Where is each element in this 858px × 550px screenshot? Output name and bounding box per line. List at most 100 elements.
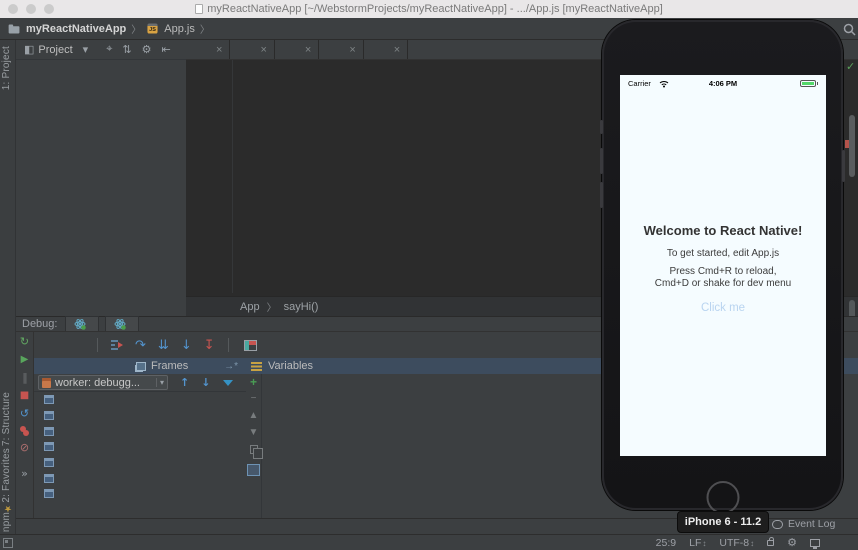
- rerun-button[interactable]: ↻: [20, 336, 29, 348]
- editor-gutter[interactable]: [201, 91, 233, 104]
- editor-tab[interactable]: [230, 40, 275, 59]
- tree-item[interactable]: [16, 201, 186, 216]
- editor-gutter[interactable]: [201, 198, 233, 210]
- debugger-tab[interactable]: [54, 332, 72, 358]
- lock-icon[interactable]: [767, 536, 775, 546]
- sidebar-item-structure[interactable]: 7: Structure: [1, 392, 15, 446]
- tree-item[interactable]: [16, 170, 186, 185]
- line-number[interactable]: [186, 186, 201, 198]
- restore-layout-icon[interactable]: [243, 339, 257, 351]
- event-log-button[interactable]: Event Log: [772, 518, 835, 530]
- inspections-ok-icon[interactable]: ✓: [846, 60, 855, 73]
- close-tab-icon[interactable]: [260, 44, 266, 56]
- show-watches-icon[interactable]: [247, 464, 260, 476]
- line-number[interactable]: [186, 174, 201, 186]
- hide-panel-icon[interactable]: ⇤: [161, 43, 170, 56]
- editor-gutter[interactable]: [201, 233, 233, 246]
- thread-selector[interactable]: worker: debugg... ▾: [38, 375, 168, 390]
- editor-gutter[interactable]: [201, 209, 233, 222]
- stack-frame-row[interactable]: [34, 439, 246, 455]
- tree-item[interactable]: [16, 216, 186, 231]
- close-tab-icon[interactable]: [349, 44, 355, 56]
- tool-window-button[interactable]: [88, 519, 121, 534]
- step-into-icon[interactable]: ↓: [181, 338, 192, 353]
- close-tab-icon[interactable]: [305, 44, 311, 56]
- run-config-tab[interactable]: [105, 316, 140, 331]
- tree-item[interactable]: [16, 231, 186, 246]
- editor-gutter[interactable]: [201, 103, 233, 116]
- stack-frame-row[interactable]: [34, 455, 246, 471]
- stack-frame-row[interactable]: [34, 408, 246, 424]
- duplicate-watch-icon[interactable]: [249, 445, 263, 459]
- editor-tab[interactable]: [364, 40, 409, 59]
- editor-tab[interactable]: [186, 40, 231, 59]
- next-frame-icon[interactable]: ↓: [201, 376, 210, 389]
- editor-tab[interactable]: [275, 40, 320, 59]
- line-number[interactable]: [186, 80, 201, 92]
- tree-item[interactable]: [16, 308, 186, 316]
- dropdown-arrow-icon[interactable]: ▾: [83, 43, 89, 56]
- line-number[interactable]: [186, 269, 201, 281]
- locate-file-icon[interactable]: ⌖: [106, 43, 112, 56]
- stop-button[interactable]: ■: [20, 390, 29, 402]
- editor-gutter[interactable]: [201, 245, 233, 258]
- line-number[interactable]: [186, 103, 201, 115]
- line-number[interactable]: [186, 68, 201, 80]
- editor-gutter[interactable]: [201, 138, 233, 151]
- line-number[interactable]: [186, 60, 201, 68]
- mute-breakpoints-button[interactable]: ⊘: [20, 442, 29, 454]
- line-number[interactable]: [186, 198, 201, 210]
- breadcrumb-project[interactable]: myReactNativeApp: [26, 23, 126, 35]
- sidebar-item-favorites[interactable]: ★2: Favorites: [1, 448, 15, 516]
- caret-position[interactable]: 25:9: [656, 537, 676, 549]
- show-execution-point-icon[interactable]: [110, 339, 124, 351]
- editor-scrollbar[interactable]: [849, 115, 855, 177]
- tool-window-button[interactable]: [53, 519, 86, 534]
- editor-gutter[interactable]: [201, 127, 233, 139]
- collapse-all-icon[interactable]: ⇅: [122, 43, 131, 56]
- line-number[interactable]: [186, 139, 201, 151]
- tree-item[interactable]: [16, 93, 186, 108]
- hide-library-frames-icon[interactable]: [223, 379, 234, 386]
- move-down-icon[interactable]: ▼: [249, 428, 259, 438]
- stack-frame-row[interactable]: [34, 423, 246, 439]
- tree-item[interactable]: [16, 154, 186, 169]
- tree-item[interactable]: [16, 277, 186, 292]
- tree-item[interactable]: [16, 247, 186, 262]
- stack-frame-row[interactable]: [34, 470, 246, 486]
- line-number[interactable]: [186, 92, 201, 104]
- breadcrumb-file[interactable]: App.js: [164, 23, 195, 35]
- settings-gear-icon[interactable]: ⚙: [142, 43, 152, 56]
- debugger-tab[interactable]: [36, 332, 54, 358]
- add-watch-icon[interactable]: +: [250, 376, 257, 388]
- step-over-icon[interactable]: ↷: [135, 338, 146, 353]
- line-number[interactable]: [186, 222, 201, 234]
- more-actions-button[interactable]: »: [21, 468, 28, 480]
- editor-gutter[interactable]: [201, 269, 233, 282]
- tree-item[interactable]: [16, 293, 186, 308]
- tree-item[interactable]: [16, 108, 186, 123]
- line-number[interactable]: [186, 163, 201, 175]
- pause-button[interactable]: ‖: [22, 372, 27, 384]
- click-me-button[interactable]: Click me: [620, 302, 826, 314]
- step-out-icon[interactable]: ↧: [204, 338, 215, 353]
- line-separator-selector[interactable]: LF↕: [689, 537, 706, 549]
- line-number[interactable]: [186, 127, 201, 139]
- screen-reader-icon[interactable]: [810, 538, 820, 549]
- breadcrumb-method[interactable]: sayHi(): [284, 301, 319, 313]
- line-number[interactable]: [186, 115, 201, 127]
- frames-list[interactable]: [34, 392, 246, 518]
- line-number[interactable]: [186, 151, 201, 163]
- view-breakpoints-button[interactable]: [19, 426, 30, 436]
- frames-panel-header[interactable]: Frames →*: [34, 358, 246, 374]
- tree-item[interactable]: [16, 139, 186, 154]
- sidebar-item-project[interactable]: 1: Project: [1, 46, 15, 90]
- editor-tab[interactable]: [319, 40, 364, 59]
- tree-item[interactable]: [16, 262, 186, 277]
- editor-gutter[interactable]: [201, 60, 233, 68]
- force-step-into-icon[interactable]: ⇊: [158, 338, 169, 353]
- editor-gutter[interactable]: [201, 67, 233, 80]
- line-number[interactable]: [186, 281, 201, 293]
- restart-frame-button[interactable]: ↺: [20, 408, 29, 420]
- project-panel-title[interactable]: Project: [38, 44, 72, 56]
